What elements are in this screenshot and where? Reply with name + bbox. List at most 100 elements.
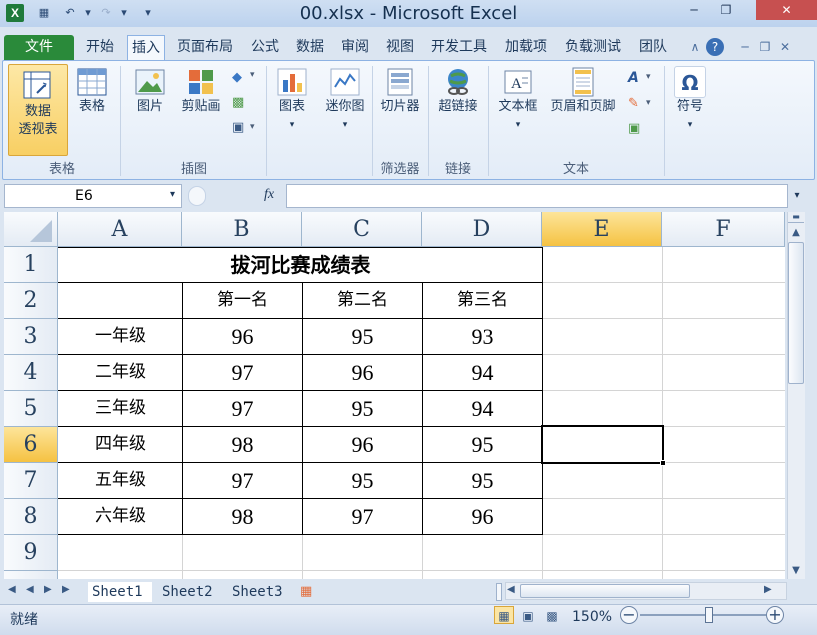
score-cell[interactable]: 95 bbox=[423, 463, 542, 498]
score-cell[interactable]: 98 bbox=[183, 499, 302, 534]
tab-team[interactable]: 团队 bbox=[635, 35, 671, 60]
column-header-b[interactable]: B bbox=[182, 212, 302, 247]
header-second-place[interactable]: 第二名 bbox=[303, 283, 422, 318]
tab-review[interactable]: 审阅 bbox=[337, 35, 373, 60]
zoom-slider-track[interactable] bbox=[640, 614, 766, 616]
score-cell[interactable]: 93 bbox=[423, 319, 542, 354]
tab-home[interactable]: 开始 bbox=[82, 35, 118, 60]
sparkline-button[interactable]: 迷你图 ▾ bbox=[320, 66, 370, 150]
row-header-2[interactable]: 2 bbox=[4, 283, 58, 319]
grade-cell[interactable]: 六年级 bbox=[59, 499, 182, 534]
score-cell[interactable]: 97 bbox=[183, 391, 302, 426]
selected-cell-e6[interactable] bbox=[541, 425, 664, 464]
fill-handle[interactable] bbox=[660, 460, 666, 466]
shapes-icon[interactable]: ◆ bbox=[232, 70, 248, 86]
score-cell[interactable]: 95 bbox=[423, 427, 542, 462]
score-cell[interactable]: 95 bbox=[303, 319, 422, 354]
workbook-close-icon[interactable]: ✕ bbox=[776, 38, 794, 56]
minimize-icon[interactable]: ─ bbox=[680, 0, 708, 20]
expand-formula-icon[interactable]: ▾ bbox=[790, 186, 804, 206]
grade-cell[interactable]: 五年级 bbox=[59, 463, 182, 498]
header-footer-button[interactable]: 页眉和页脚 bbox=[544, 66, 622, 134]
header-first-place[interactable]: 第一名 bbox=[183, 283, 302, 318]
wordart-icon[interactable]: A bbox=[628, 70, 639, 86]
score-cell[interactable]: 96 bbox=[423, 499, 542, 534]
scroll-down-icon[interactable]: ▼ bbox=[788, 564, 804, 578]
picture-button[interactable]: 图片 bbox=[130, 66, 170, 134]
formula-bar-divider-icon[interactable] bbox=[188, 186, 206, 206]
symbol-button[interactable]: Ω 符号 ▾ bbox=[668, 66, 712, 150]
row-header-1[interactable]: 1 bbox=[4, 247, 58, 283]
workbook-minimize-icon[interactable]: ─ bbox=[736, 38, 754, 56]
row-header-5[interactable]: 5 bbox=[4, 391, 58, 427]
screenshot-icon[interactable]: ▣ bbox=[232, 120, 248, 136]
row-header-10[interactable] bbox=[4, 571, 58, 579]
grade-cell[interactable]: 一年级 bbox=[59, 319, 182, 354]
select-all-corner[interactable] bbox=[4, 212, 58, 247]
sheet-tab-sheet3[interactable]: Sheet3 bbox=[228, 582, 292, 602]
sheet-tab-sheet1[interactable]: Sheet1 bbox=[88, 582, 152, 602]
tab-page-layout[interactable]: 页面布局 bbox=[172, 35, 238, 60]
name-box-dropdown-icon[interactable]: ▾ bbox=[170, 189, 175, 200]
help-icon[interactable]: ? bbox=[706, 38, 724, 56]
tab-load-test[interactable]: 负载测试 bbox=[560, 35, 626, 60]
clipart-button[interactable]: 剪贴画 bbox=[176, 66, 226, 134]
split-handle-icon[interactable]: ▬ bbox=[788, 213, 804, 223]
textbox-button[interactable]: A 文本框 ▾ bbox=[494, 66, 542, 150]
name-box[interactable]: E6 bbox=[4, 184, 182, 208]
close-icon[interactable]: ✕ bbox=[756, 0, 817, 20]
scroll-up-icon[interactable]: ▲ bbox=[788, 226, 804, 240]
score-cell[interactable]: 94 bbox=[423, 355, 542, 390]
zoom-out-icon[interactable]: − bbox=[620, 606, 638, 624]
sheet-title[interactable]: 拔河比赛成绩表 bbox=[59, 248, 542, 282]
tab-developer[interactable]: 开发工具 bbox=[426, 35, 492, 60]
minimize-ribbon-icon[interactable]: ∧ bbox=[686, 38, 704, 56]
smartart-icon[interactable]: ▩ bbox=[232, 95, 248, 111]
sheet-tab-sheet2[interactable]: Sheet2 bbox=[158, 582, 222, 602]
prev-sheet-icon[interactable]: ◀ bbox=[26, 584, 34, 595]
horizontal-scroll-thumb[interactable] bbox=[520, 584, 690, 598]
column-header-c[interactable]: C bbox=[302, 212, 422, 247]
worksheet-grid[interactable]: A B C D E F 1 2 3 4 5 6 7 8 9 拔河比赛成绩表 第一… bbox=[4, 212, 785, 579]
row-header-7[interactable]: 7 bbox=[4, 463, 58, 499]
tab-addins[interactable]: 加载项 bbox=[501, 35, 551, 60]
tab-formulas[interactable]: 公式 bbox=[247, 35, 283, 60]
zoom-level[interactable]: 150% bbox=[572, 609, 612, 625]
next-sheet-icon[interactable]: ▶ bbox=[44, 584, 52, 595]
chart-button[interactable]: 图表 ▾ bbox=[272, 66, 312, 150]
scroll-left-icon[interactable]: ◀ bbox=[507, 584, 515, 595]
signature-line-icon[interactable]: ✎ bbox=[628, 96, 639, 111]
score-cell[interactable]: 96 bbox=[183, 319, 302, 354]
column-header-e[interactable]: E bbox=[542, 212, 662, 247]
object-icon[interactable]: ▣ bbox=[628, 121, 640, 136]
score-cell[interactable]: 95 bbox=[303, 463, 422, 498]
tab-insert[interactable]: 插入 bbox=[127, 35, 165, 60]
shapes-dropdown-icon[interactable]: ▾ bbox=[250, 70, 255, 80]
normal-view-icon[interactable]: ▦ bbox=[494, 606, 514, 624]
restore-icon[interactable]: ❐ bbox=[712, 0, 740, 20]
column-header-f[interactable]: F bbox=[662, 212, 785, 247]
score-cell[interactable]: 97 bbox=[183, 463, 302, 498]
workbook-restore-icon[interactable]: ❐ bbox=[756, 38, 774, 56]
pivot-table-button[interactable]: 数据 透视表 bbox=[8, 64, 68, 156]
tab-view[interactable]: 视图 bbox=[382, 35, 418, 60]
last-sheet-icon[interactable]: ▶ bbox=[62, 584, 70, 595]
tab-split-handle[interactable] bbox=[496, 583, 502, 601]
hyperlink-button[interactable]: 超链接 bbox=[432, 66, 484, 134]
column-header-d[interactable]: D bbox=[422, 212, 542, 247]
score-cell[interactable]: 97 bbox=[183, 355, 302, 390]
page-break-view-icon[interactable]: ▩ bbox=[542, 606, 562, 624]
first-sheet-icon[interactable]: ◀ bbox=[8, 584, 16, 595]
screenshot-dropdown-icon[interactable]: ▾ bbox=[250, 122, 255, 132]
formula-input[interactable] bbox=[286, 184, 788, 208]
slicer-button[interactable]: 切片器 bbox=[376, 66, 424, 134]
zoom-slider-knob[interactable] bbox=[705, 607, 713, 623]
vertical-scroll-thumb[interactable] bbox=[788, 242, 804, 384]
zoom-in-icon[interactable]: + bbox=[766, 606, 784, 624]
tab-file[interactable]: 文件 bbox=[4, 35, 74, 60]
score-cell[interactable]: 98 bbox=[183, 427, 302, 462]
grade-cell[interactable]: 四年级 bbox=[59, 427, 182, 462]
score-cell[interactable]: 96 bbox=[303, 355, 422, 390]
tab-data[interactable]: 数据 bbox=[292, 35, 328, 60]
score-cell[interactable]: 94 bbox=[423, 391, 542, 426]
